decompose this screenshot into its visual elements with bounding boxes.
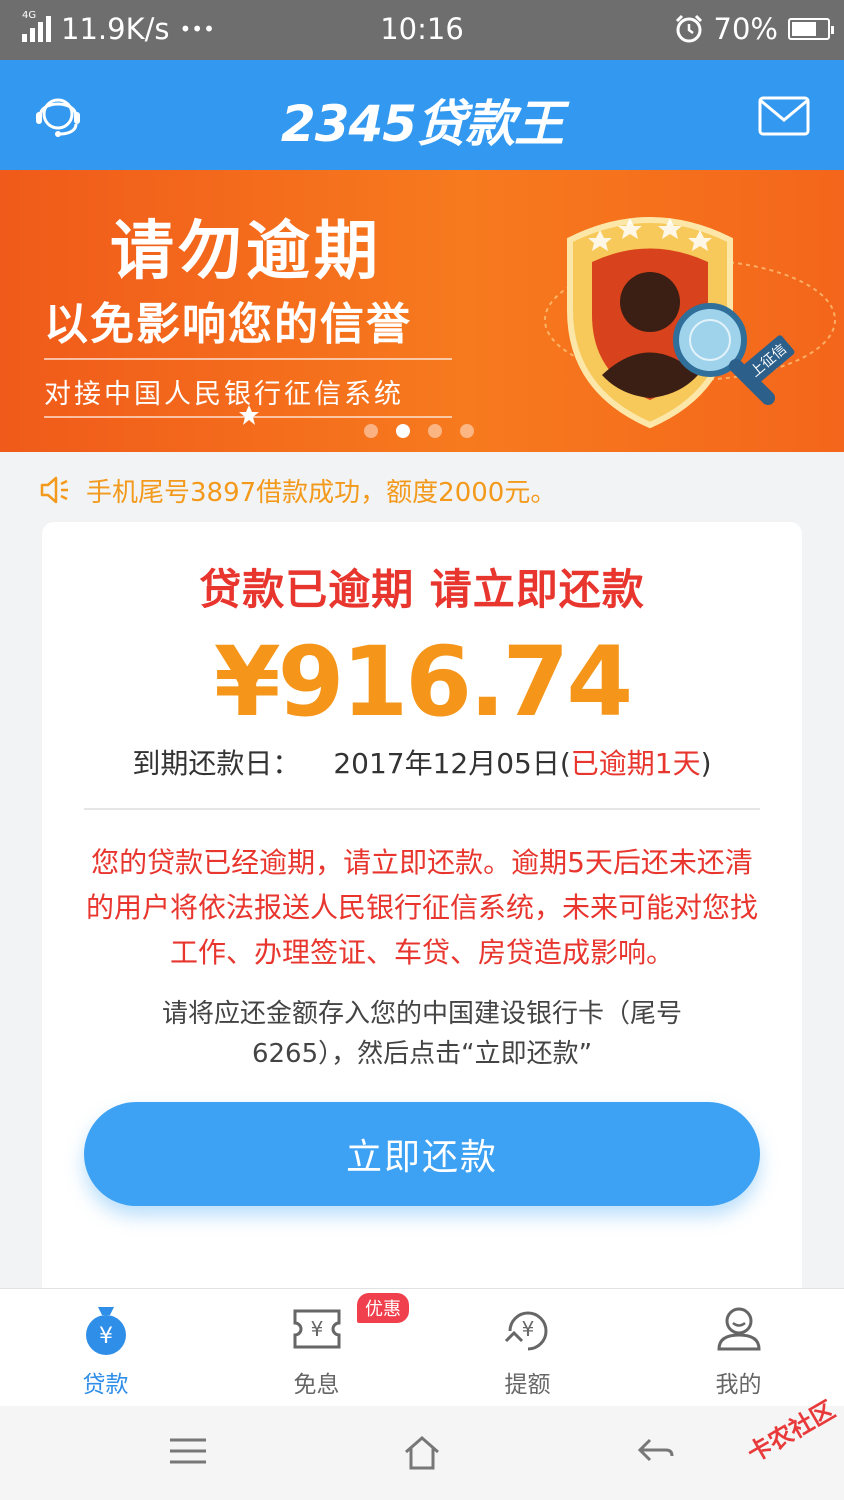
tab-label: 我的 (715, 1372, 762, 1398)
tab-mine[interactable]: 我的 (633, 1289, 844, 1406)
announcement-text: 手机尾号3897借款成功，额度2000元。 (86, 477, 557, 508)
divider (84, 808, 760, 810)
tab-interest-free[interactable]: ¥ 免息 优惠 (211, 1289, 422, 1406)
svg-text:¥: ¥ (310, 1317, 323, 1341)
battery-percent: 70% (713, 12, 778, 46)
money-bag-icon: ¥ (85, 1307, 126, 1355)
overdue-days: 已逾期1天 (570, 747, 701, 780)
tab-label: 贷款 (82, 1372, 129, 1398)
tab-raise-limit[interactable]: ¥ 提额 (422, 1289, 633, 1406)
home-icon[interactable] (402, 1434, 442, 1472)
banner-subline: 以免影响您的信誉 (44, 299, 412, 350)
tab-label: 提额 (504, 1372, 551, 1398)
promo-banner[interactable]: 请勿逾期 以免影响您的信誉 对接中国人民银行征信系统 上征信 (0, 170, 844, 452)
shield-icon (544, 217, 836, 429)
loan-card: 贷款已逾期 请立即还款 ¥916.74 到期还款日： 2017年12月05日(已… (42, 522, 802, 1302)
repayment-instruction: 请将应还金额存入您的中国建设银行卡（尾号6265），然后点击“立即还款” (161, 999, 682, 1069)
banner-divider (44, 358, 452, 360)
battery-icon (788, 18, 834, 40)
status-bar: 4G 11.9K/s ••• 10:16 70% (0, 0, 844, 60)
banner-tagline: 对接中国人民银行征信系统 (44, 379, 404, 410)
carousel-dot[interactable] (460, 424, 474, 438)
back-icon[interactable] (636, 1434, 676, 1468)
app-title: 2345贷款王 (280, 95, 564, 153)
carousel-indicator[interactable] (364, 424, 474, 438)
repay-now-button[interactable]: 立即还款 (84, 1102, 760, 1206)
overdue-warning: 您的贷款已经逾期，请立即还款。逾期5天后还未还清的用户将依法报送人民银行征信系统… (85, 846, 758, 969)
carousel-dot[interactable] (428, 424, 442, 438)
speaker-icon (40, 476, 68, 504)
app-header: 2345贷款王 (0, 60, 844, 170)
due-date-label: 到期还款日： (132, 747, 301, 780)
star-icon (239, 405, 259, 425)
svg-text:¥: ¥ (521, 1317, 534, 1341)
announcement-bar: 手机尾号3897借款成功，额度2000元。 (40, 470, 556, 510)
raise-limit-icon: ¥ (504, 1311, 547, 1351)
banner-headline: 请勿逾期 (110, 215, 382, 289)
alarm-icon (675, 14, 702, 43)
due-date-close: ) (700, 747, 712, 780)
carousel-dot-active[interactable] (396, 424, 410, 438)
tab-label: 免息 (293, 1372, 340, 1398)
ticket-icon: ¥ (293, 1309, 340, 1349)
tab-loan[interactable]: ¥ 贷款 (0, 1289, 211, 1406)
mail-icon[interactable] (756, 88, 812, 144)
svg-text:¥: ¥ (99, 1324, 113, 1349)
promo-badge: 优惠 (357, 1293, 409, 1323)
amount-due: ¥916.74 (213, 626, 633, 738)
user-icon (716, 1307, 761, 1351)
overdue-title: 贷款已逾期 请立即还款 (199, 565, 645, 614)
bottom-tab-bar: ¥ 贷款 ¥ 免息 优惠 ¥ 提额 我的 (0, 1288, 844, 1406)
carousel-dot[interactable] (364, 424, 378, 438)
status-right: 70% (674, 12, 834, 46)
due-date-value: 2017年12月05日( (333, 747, 571, 780)
system-nav-bar (0, 1406, 844, 1500)
due-date-row: 到期还款日： 2017年12月05日(已逾期1天) (42, 742, 802, 782)
menu-icon[interactable] (168, 1434, 208, 1468)
